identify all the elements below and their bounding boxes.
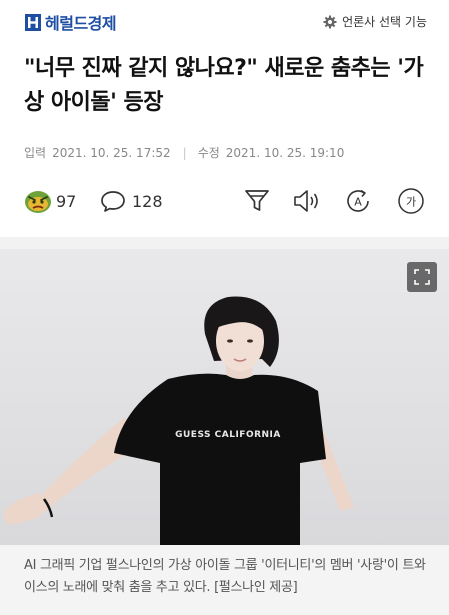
translate-icon: A: [347, 189, 369, 212]
font-size-icon: 가: [398, 188, 424, 214]
shirt-print-text: GUESS CALIFORNIA: [175, 430, 281, 440]
date-separator: |: [182, 145, 187, 160]
article-dates: 입력 2021. 10. 25. 17:52 | 수정 2021. 10. 25…: [24, 144, 344, 161]
dancer-illustration: GUESS CALIFORNIA: [0, 249, 449, 545]
brand-name: 헤럴드경제: [45, 14, 117, 33]
reaction-button[interactable]: 97: [24, 183, 76, 219]
photo-caption-box: AI 그래픽 기업 펄스나인의 가상 아이돌 그룹 '이터니티'의 멤버 '사랑…: [0, 545, 449, 615]
modified-label: 수정: [197, 146, 220, 160]
summary-button[interactable]: [244, 183, 270, 219]
photo-caption: AI 그래픽 기업 펄스나인의 가상 아이돌 그룹 '이터니티'의 멤버 '사랑…: [24, 558, 426, 595]
publisher-settings-button[interactable]: 언론사 선택 기능: [323, 13, 427, 30]
article-action-bar: 97 128 A 가: [0, 183, 449, 219]
speaker-icon: [294, 190, 318, 212]
published-date: 2021. 10. 25. 17:52: [52, 145, 171, 160]
top-header: 헤럴드경제 언론사 선택 기능: [0, 0, 449, 44]
brand-logo-icon: [25, 13, 41, 31]
article-photo[interactable]: GUESS CALIFORNIA: [0, 249, 449, 545]
font-size-glyph: 가: [406, 196, 416, 209]
section-divider: [0, 237, 449, 249]
fullscreen-icon: [414, 269, 430, 285]
angry-face-emoji-icon: [25, 191, 51, 213]
gear-icon: [323, 15, 337, 28]
reaction-count: 97: [56, 191, 77, 211]
expand-photo-button[interactable]: [407, 262, 437, 292]
funnel-icon: [245, 190, 269, 211]
article-title: "너무 진짜 같지 않나요?" 새로운 춤추는 '가상 아이돌' 등장: [24, 56, 424, 115]
publisher-settings-label: 언론사 선택 기능: [342, 15, 427, 29]
text-to-speech-button[interactable]: [293, 183, 323, 219]
translate-glyph: A: [354, 196, 362, 209]
published-label: 입력: [24, 146, 47, 160]
comment-count: 128: [132, 191, 163, 211]
translate-button[interactable]: A: [344, 183, 372, 219]
brand-logo[interactable]: 헤럴드경제: [25, 10, 117, 34]
speech-bubble-icon: [101, 191, 125, 212]
modified-date: 2021. 10. 25. 19:10: [225, 145, 345, 160]
comment-button[interactable]: 128: [100, 183, 163, 219]
font-size-button[interactable]: 가: [397, 183, 425, 219]
